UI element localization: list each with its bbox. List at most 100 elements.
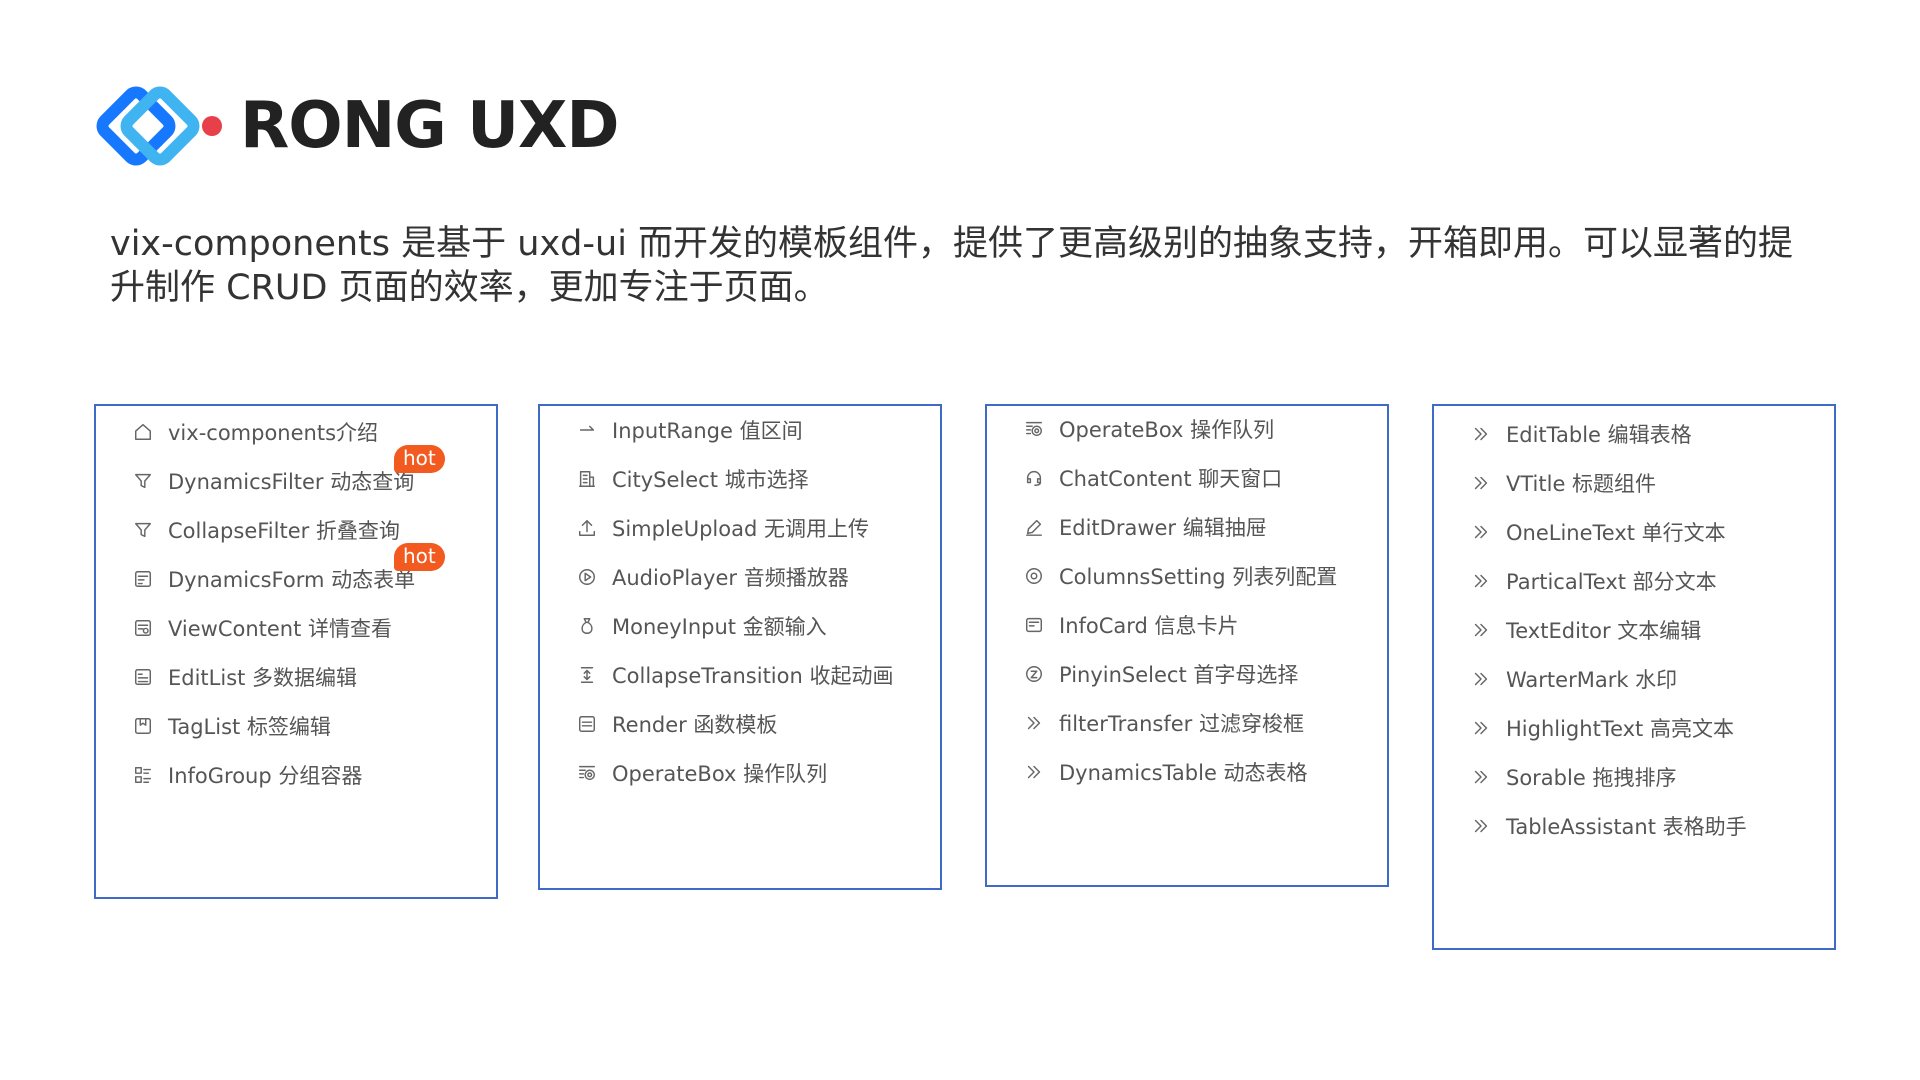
component-link-label: DynamicsFilter 动态查询 xyxy=(168,470,415,494)
component-link-label: WarterMark 水印 xyxy=(1506,668,1678,692)
component-link-item[interactable]: VTitle 标题组件 xyxy=(1434,463,1834,503)
component-link-label: HighlightText 高亮文本 xyxy=(1506,717,1734,741)
component-link-item[interactable]: HighlightText 高亮文本 xyxy=(1434,708,1834,748)
component-link-label: Sorable 拖拽排序 xyxy=(1506,766,1677,790)
component-link-item[interactable]: ChatContent 聊天窗口 xyxy=(987,458,1387,498)
component-link-item[interactable]: InfoCard 信息卡片 xyxy=(987,605,1387,645)
home-icon xyxy=(132,421,154,443)
component-link-label: TextEditor 文本编辑 xyxy=(1506,619,1702,643)
hot-badge: hot xyxy=(394,445,445,473)
group-icon xyxy=(132,764,154,786)
operate-queue-icon xyxy=(1023,418,1045,440)
component-link-label: CollapseTransition 收起动画 xyxy=(612,664,894,688)
component-link-item[interactable]: InfoGroup 分组容器 xyxy=(96,755,496,795)
component-card-3: OperateBox 操作队列 ChatContent 聊天窗口 EditDrawe… xyxy=(985,404,1389,887)
component-link-item[interactable]: DynamicsFilter 动态查询 hot xyxy=(96,445,496,501)
component-link-label: DynamicsTable 动态表格 xyxy=(1059,761,1308,785)
component-link-item[interactable]: ColumnsSetting 列表列配置 xyxy=(987,556,1387,596)
component-link-item[interactable]: DynamicsTable 动态表格 xyxy=(987,752,1387,792)
brand-name: RONG UXD xyxy=(240,89,619,163)
double-chevron-right-icon xyxy=(1470,815,1492,837)
double-chevron-right-icon xyxy=(1470,570,1492,592)
component-link-label: AudioPlayer 音频播放器 xyxy=(612,566,849,590)
component-link-item[interactable]: EditList 多数据编辑 xyxy=(96,657,496,697)
settings-circle-icon xyxy=(1023,565,1045,587)
template-icon xyxy=(576,713,598,735)
building-icon xyxy=(576,468,598,490)
component-link-item[interactable]: EditDrawer 编辑抽屉 xyxy=(987,507,1387,547)
double-chevron-right-icon xyxy=(1470,423,1492,445)
component-link-label: InfoCard 信息卡片 xyxy=(1059,614,1239,638)
component-link-item[interactable]: EditTable 编辑表格 xyxy=(1434,414,1834,454)
component-link-label: EditDrawer 编辑抽屉 xyxy=(1059,516,1267,540)
component-link-label: EditList 多数据编辑 xyxy=(168,666,358,690)
range-arrow-icon xyxy=(576,419,598,441)
upload-icon xyxy=(576,517,598,539)
component-card-4: EditTable 编辑表格 VTitle 标题组件 OneLineText 单行文… xyxy=(1432,404,1836,950)
filter-icon xyxy=(132,470,154,492)
component-link-item[interactable]: CitySelect 城市选择 xyxy=(540,459,940,499)
collapse-vertical-icon xyxy=(576,664,598,686)
component-link-label: TableAssistant 表格助手 xyxy=(1506,815,1747,839)
component-link-label: OperateBox 操作队列 xyxy=(1059,418,1275,442)
tag-list-icon xyxy=(132,715,154,737)
component-link-label: VTitle 标题组件 xyxy=(1506,472,1657,496)
component-link-label: DynamicsForm 动态表单 xyxy=(168,568,416,592)
component-link-label: InputRange 值区间 xyxy=(612,419,803,443)
hot-badge: hot xyxy=(394,543,445,571)
component-link-item[interactable]: OperateBox 操作队列 xyxy=(987,409,1387,449)
component-link-label: CollapseFilter 折叠查询 xyxy=(168,519,400,543)
component-link-item[interactable]: filterTransfer 过滤穿梭框 xyxy=(987,703,1387,743)
component-link-label: filterTransfer 过滤穿梭框 xyxy=(1059,712,1304,736)
component-link-label: Render 函数模板 xyxy=(612,713,778,737)
component-link-item[interactable]: InputRange 值区间 xyxy=(540,410,940,450)
component-link-label: ParticalText 部分文本 xyxy=(1506,570,1717,594)
money-bag-icon xyxy=(576,615,598,637)
component-link-label: EditTable 编辑表格 xyxy=(1506,423,1692,447)
pinyin-icon xyxy=(1023,663,1045,685)
component-link-label: ColumnsSetting 列表列配置 xyxy=(1059,565,1338,589)
brand-logo: RONG UXD xyxy=(96,82,619,170)
component-link-item[interactable]: ParticalText 部分文本 xyxy=(1434,561,1834,601)
component-link-label: TagList 标签编辑 xyxy=(168,715,331,739)
component-link-item[interactable]: Sorable 拖拽排序 xyxy=(1434,757,1834,797)
component-link-item[interactable]: TextEditor 文本编辑 xyxy=(1434,610,1834,650)
component-link-item[interactable]: WarterMark 水印 xyxy=(1434,659,1834,699)
component-link-label: InfoGroup 分组容器 xyxy=(168,764,363,788)
component-link-item[interactable]: OperateBox 操作队列 xyxy=(540,753,940,793)
view-content-icon xyxy=(132,617,154,639)
double-chevron-right-icon xyxy=(1470,472,1492,494)
component-link-item[interactable]: AudioPlayer 音频播放器 xyxy=(540,557,940,597)
operate-queue-icon xyxy=(576,762,598,784)
component-link-label: SimpleUpload 无调用上传 xyxy=(612,517,869,541)
component-link-item[interactable]: PinyinSelect 首字母选择 xyxy=(987,654,1387,694)
component-link-label: OperateBox 操作队列 xyxy=(612,762,828,786)
component-link-label: ViewContent 详情查看 xyxy=(168,617,393,641)
double-chevron-right-icon xyxy=(1470,766,1492,788)
edit-list-icon xyxy=(132,666,154,688)
component-link-label: CitySelect 城市选择 xyxy=(612,468,809,492)
edit-icon xyxy=(1023,516,1045,538)
double-chevron-right-icon xyxy=(1470,668,1492,690)
double-chevron-right-icon xyxy=(1470,521,1492,543)
form-icon xyxy=(132,568,154,590)
component-link-label: PinyinSelect 首字母选择 xyxy=(1059,663,1299,687)
double-chevron-right-icon xyxy=(1470,717,1492,739)
component-link-item[interactable]: OneLineText 单行文本 xyxy=(1434,512,1834,552)
component-link-label: vix-components介绍 xyxy=(168,421,379,445)
component-link-item[interactable]: DynamicsForm 动态表单 hot xyxy=(96,543,496,599)
component-link-item[interactable]: ViewContent 详情查看 xyxy=(96,608,496,648)
card-icon xyxy=(1023,614,1045,636)
component-link-label: ChatContent 聊天窗口 xyxy=(1059,467,1283,491)
double-chevron-right-icon xyxy=(1023,761,1045,783)
rong-uxd-logo-icon xyxy=(96,86,222,166)
play-circle-icon xyxy=(576,566,598,588)
filter-icon xyxy=(132,519,154,541)
component-card-2: InputRange 值区间 CitySelect 城市选择 SimpleUploa… xyxy=(538,404,942,890)
component-link-item[interactable]: SimpleUpload 无调用上传 xyxy=(540,508,940,548)
component-link-item[interactable]: Render 函数模板 xyxy=(540,704,940,744)
component-link-item[interactable]: TableAssistant 表格助手 xyxy=(1434,806,1834,846)
component-link-item[interactable]: CollapseTransition 收起动画 xyxy=(540,655,940,695)
component-link-item[interactable]: TagList 标签编辑 xyxy=(96,706,496,746)
component-link-item[interactable]: MoneyInput 金额输入 xyxy=(540,606,940,646)
